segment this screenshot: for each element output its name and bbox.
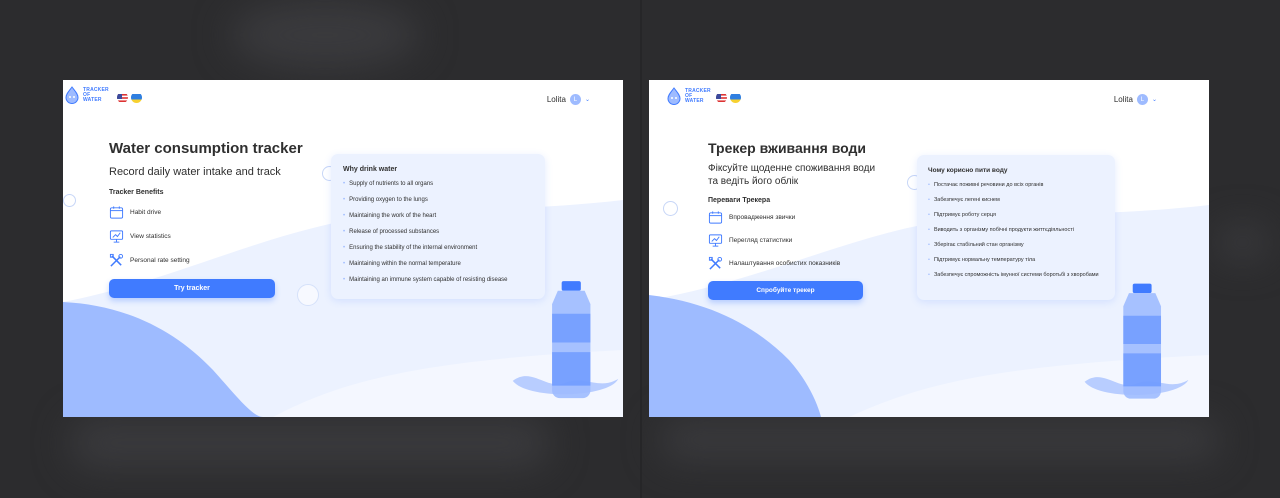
water-drop-icon [65,86,79,104]
avatar: L [569,94,581,105]
panel-list-item: • Підтримує нормальну температуру тіла [928,257,1036,263]
water-bottle-illustration [1084,283,1189,399]
try-tracker-button[interactable]: Спробуйте трекер [708,281,863,300]
chevron-down-icon: ⌄ [584,97,590,103]
benefit-label: Впровадження звички [729,214,796,221]
panel-list-item: • Providing oxygen to the lungs [343,197,428,203]
ukraine-flag-icon[interactable] [131,92,142,103]
decor-circle [63,194,76,207]
user-menu[interactable]: Lolita L ⌄ [547,94,590,105]
benefit-item: Перегляд статистики [708,233,792,248]
benefit-label: Personal rate setting [130,257,190,264]
benefit-item: Налаштування особистих показників [708,256,840,271]
tools-icon [109,253,124,267]
page-title: Water consumption tracker [109,140,303,157]
decor-circle [663,201,678,216]
page-title: Трекер вживання води [708,140,867,156]
us-flag-icon[interactable] [716,92,727,103]
panel-list-item: • Release of processed substances [343,229,440,235]
panel-list-item: • Maintaining within the normal temperatu… [343,261,461,267]
ukraine-flag-icon[interactable] [730,92,741,103]
logo-text: TRACKER OF WATER [685,87,711,104]
chevron-down-icon: ⌄ [1151,97,1157,103]
statistics-icon [708,234,723,247]
screenshot-english: TRACKER OF WATER Lolita L ⌄ Water consump… [63,80,623,417]
user-menu[interactable]: Lolita L ⌄ [1114,94,1157,105]
benefit-item: Habit drive [109,205,161,220]
benefits-title: Переваги Трекера [708,197,771,204]
user-name: Lolita [1113,95,1133,104]
decor-circle [297,284,319,306]
benefit-label: View statistics [130,233,171,240]
panel-title: Why drink water [343,166,398,173]
calendar-icon [109,206,124,219]
benefit-label: Налаштування особистих показників [729,260,841,267]
panel-list-item: • Maintaining the work of the heart [343,213,437,219]
calendar-icon [708,211,723,224]
panel-list-item: • Ensuring the stability of the internal … [343,245,478,251]
benefit-item: Personal rate setting [109,253,190,268]
backdrop-divider [640,0,642,498]
benefits-title: Tracker Benefits [109,189,164,196]
panel-list-item: • Maintaining an immune system capable of… [343,277,508,283]
page-subtitle: Фіксуйте щоденне споживання води та веді… [708,163,876,187]
us-flag-icon[interactable] [117,92,128,103]
panel-list-item: • Зберігає стабільний стан організму [928,242,1024,248]
user-name: Lolita [546,95,566,104]
panel-list-item: • Виводить з організму побічні продукти ж… [928,227,1074,233]
logo[interactable]: TRACKER OF WATER [63,86,109,104]
tools-icon [708,256,723,270]
panel-list-item: • Supply of nutrients to all organs [343,181,434,187]
panel-list-item: • Підтримує роботу серця [928,212,996,218]
benefit-item: Впровадження звички [708,210,795,225]
page-subtitle: Record daily water intake and track [109,166,281,178]
panel-list-item: • Забезпечує легені киснем [928,197,1000,203]
panel-title: Чому корисно пити воду [928,167,1008,174]
water-drop-icon [667,87,681,105]
statistics-icon [109,230,124,243]
logo[interactable]: TRACKER OF WATER [665,87,711,105]
benefit-item: View statistics [109,229,171,244]
water-bottle-illustration [512,281,619,399]
panel-list-item: • Постачає поживні речовини до всіх орган… [928,182,1044,188]
benefit-label: Habit drive [130,209,162,216]
benefit-label: Перегляд статистики [729,237,793,244]
avatar: L [1136,94,1148,105]
try-tracker-button[interactable]: Try tracker [109,279,275,298]
screenshot-ukrainian: TRACKER OF WATER Lolita L ⌄ Трекер вживан… [649,80,1209,417]
logo-text: TRACKER OF WATER [83,86,109,103]
